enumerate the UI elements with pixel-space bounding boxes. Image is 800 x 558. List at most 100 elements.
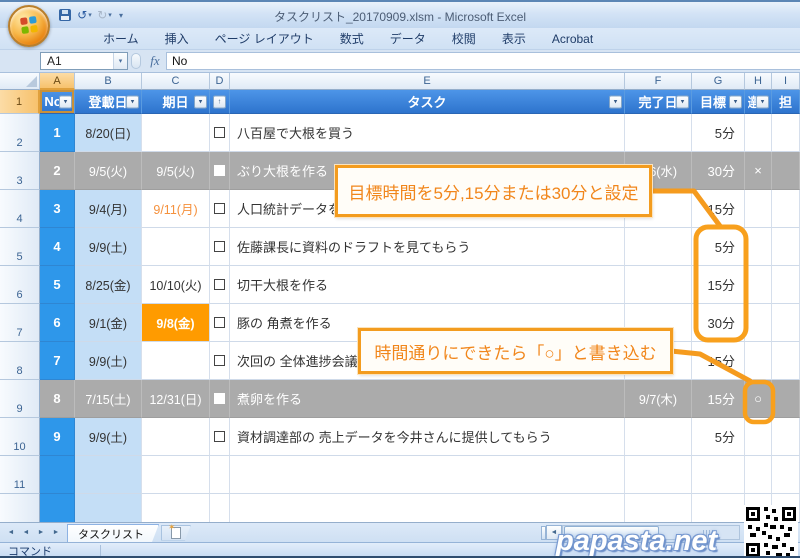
row-header[interactable]: 11 [0,456,40,494]
column-header-h[interactable]: H [745,73,772,90]
column-header-e[interactable]: E [230,73,625,90]
cell-due[interactable]: 10/10(火) [142,266,210,304]
cell-due[interactable] [142,342,210,380]
cell-due[interactable]: 12/31(日) [142,380,210,418]
row-header[interactable]: 2 [0,114,40,152]
cell-checkbox[interactable] [210,304,230,342]
column-header-b[interactable]: B [75,73,142,90]
cell-date-added[interactable]: 9/5(火) [75,152,142,190]
cell-achieved[interactable] [745,266,772,304]
cell-no[interactable]: 5 [40,266,75,304]
cell-no[interactable]: 6 [40,304,75,342]
cell-no[interactable]: 1 [40,114,75,152]
formula-bar-grip[interactable] [131,53,141,69]
tab-home[interactable]: ホーム [90,27,152,50]
row-header[interactable]: 3 [0,152,40,190]
cell-target[interactable]: 5分 [692,228,745,266]
cell-due[interactable] [142,228,210,266]
cell-target[interactable]: 5分 [692,418,745,456]
cell-done-date[interactable] [625,114,692,152]
cell-no[interactable]: 4 [40,228,75,266]
cell-achieved[interactable] [745,190,772,228]
header-cell-checkbox-col[interactable]: ↑ [210,90,230,114]
tab-insert[interactable]: 挿入 [152,27,202,50]
row-header[interactable]: 10 [0,418,40,456]
cell-checkbox[interactable] [210,114,230,152]
cell-no[interactable]: 3 [40,190,75,228]
cell-date-added[interactable] [75,494,142,522]
sheet-tab-tasklist[interactable]: タスクリスト [67,524,159,542]
cell-owner[interactable] [772,152,800,190]
cell-owner[interactable] [772,228,800,266]
column-header-c[interactable]: C [142,73,210,90]
cell-owner[interactable] [772,380,800,418]
name-box-dropdown-icon[interactable]: ▾ [113,53,127,69]
cell-due[interactable]: 9/8(金) [142,304,210,342]
cell-due[interactable] [142,114,210,152]
cell-no[interactable] [40,494,75,522]
cell-checkbox[interactable] [210,228,230,266]
row-header[interactable]: 9 [0,380,40,418]
next-sheet-button[interactable]: ► [34,526,48,540]
tab-page-layout[interactable]: ページ レイアウト [202,27,327,50]
cell-checkbox[interactable] [210,266,230,304]
cell-target[interactable] [692,456,745,494]
office-button[interactable] [8,5,50,47]
cell-due[interactable]: 9/5(火) [142,152,210,190]
cell-checkbox[interactable] [210,494,230,522]
cell-date-added[interactable]: 9/1(金) [75,304,142,342]
header-cell-owner[interactable]: 担 [772,90,800,114]
column-header-f[interactable]: F [625,73,692,90]
cell-date-added[interactable]: 8/20(日) [75,114,142,152]
cell-due[interactable] [142,418,210,456]
cell-checkbox[interactable] [210,418,230,456]
header-cell-task[interactable]: タスク ▾ [230,90,625,114]
header-cell-no[interactable]: No ▾ [40,90,75,114]
cell-due[interactable] [142,494,210,522]
cell-task[interactable] [230,456,625,494]
cell-owner[interactable] [772,304,800,342]
column-header-g[interactable]: G [692,73,745,90]
cell-date-added[interactable]: 7/15(土) [75,380,142,418]
cell-checkbox[interactable] [210,190,230,228]
row-header[interactable]: 8 [0,342,40,380]
cell-no[interactable]: 8 [40,380,75,418]
cell-no[interactable] [40,456,75,494]
cell-no[interactable]: 9 [40,418,75,456]
row-header[interactable]: 5 [0,228,40,266]
cell-owner[interactable] [772,418,800,456]
cell-done-date[interactable] [625,266,692,304]
cell-done-date[interactable] [625,228,692,266]
filter-dropdown-icon[interactable]: ▾ [676,95,689,108]
column-header-d[interactable]: D [210,73,230,90]
cell-due[interactable] [142,456,210,494]
cell-achieved[interactable] [745,342,772,380]
cell-task[interactable]: 切干大根を作る [230,266,625,304]
name-box[interactable]: A1 ▾ [40,52,128,70]
insert-worksheet-button[interactable] [161,525,191,541]
cell-no[interactable]: 2 [40,152,75,190]
tab-acrobat[interactable]: Acrobat [539,29,606,49]
cell-owner[interactable] [772,456,800,494]
cell-done-date[interactable] [625,456,692,494]
cell-date-added[interactable] [75,456,142,494]
cell-checkbox[interactable] [210,342,230,380]
cell-achieved[interactable]: × [745,152,772,190]
column-header-i[interactable]: I [772,73,800,90]
cell-owner[interactable] [772,342,800,380]
header-cell-done-date[interactable]: 完了日 ▾ [625,90,692,114]
cell-no[interactable]: 7 [40,342,75,380]
cell-target[interactable]: 30分 [692,304,745,342]
cell-task[interactable] [230,494,625,522]
cell-owner[interactable] [772,266,800,304]
header-cell-date-added[interactable]: 登載日 ▾ [75,90,142,114]
filter-dropdown-icon[interactable]: ▾ [609,95,622,108]
cell-target[interactable]: 30分 [692,152,745,190]
cell-target[interactable]: 5分 [692,114,745,152]
header-cell-target[interactable]: 目標 ▾ [692,90,745,114]
sort-ascending-icon[interactable]: ↑ [213,95,226,108]
formula-input[interactable]: No [166,52,800,70]
tab-data[interactable]: データ [377,27,439,50]
column-header-a[interactable]: A [40,73,75,90]
cell-achieved[interactable] [745,114,772,152]
